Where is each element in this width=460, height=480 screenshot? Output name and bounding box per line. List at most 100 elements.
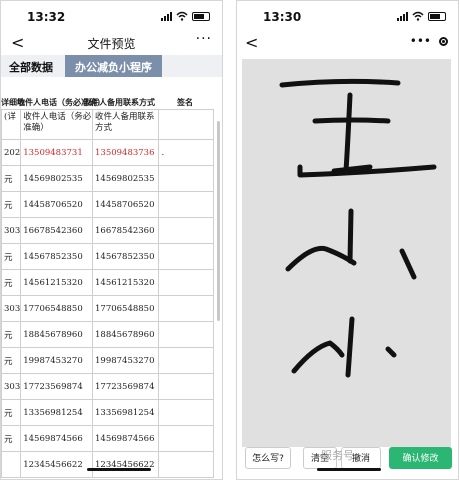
spreadsheet: 详细地 收件人电话（务必准确） 收件人备用联系方式 签名 (详 收件人电话（务必… bbox=[1, 95, 214, 478]
cell-phone: 12345456622 bbox=[20, 451, 93, 478]
table-row[interactable]: 303 17723569874 17723569874 bbox=[1, 373, 214, 400]
header-cell-0: (详 bbox=[1, 109, 22, 140]
more-icon[interactable]: ··· bbox=[196, 31, 212, 47]
table-row[interactable]: 元 13356981254 13356981254 bbox=[1, 399, 214, 426]
tab-office-miniapp[interactable]: 办公减负小程序 bbox=[65, 55, 162, 77]
cell-alt: 16678542360 bbox=[91, 217, 160, 244]
cell-extra bbox=[158, 399, 214, 426]
file-preview-screen: 13:32 < 文件预览 ··· 全部数据 办公减负小程序 详细地 收件人电话（… bbox=[0, 0, 223, 480]
cell-c0: 元 bbox=[1, 399, 22, 426]
cell-phone: 14567852350 bbox=[20, 243, 93, 270]
close-miniapp-icon[interactable] bbox=[439, 36, 448, 46]
cell-phone: 18845678960 bbox=[20, 321, 93, 348]
battery-icon bbox=[192, 11, 210, 21]
cell-alt: 13356981254 bbox=[91, 399, 160, 426]
cell-extra bbox=[158, 217, 214, 244]
cell-c0: 元 bbox=[1, 321, 22, 348]
cell-phone: 14561215320 bbox=[20, 269, 93, 296]
cell-extra bbox=[158, 243, 214, 270]
nav-bar: < 文件预览 ··· bbox=[1, 31, 222, 55]
table-row[interactable]: 303 16678542360 16678542360 bbox=[1, 217, 214, 244]
home-indicator[interactable] bbox=[317, 468, 381, 471]
stroke-10 bbox=[291, 340, 345, 374]
cell-extra: . bbox=[158, 139, 214, 166]
cell-alt: 14569874566 bbox=[91, 425, 160, 452]
table-row[interactable]: 303 17706548850 17706548850 bbox=[1, 295, 214, 322]
cell-extra bbox=[158, 295, 214, 322]
table-row[interactable]: 元 14569802535 14569802535 bbox=[1, 165, 214, 192]
cell-c0: 303 bbox=[1, 373, 22, 400]
battery-icon bbox=[428, 11, 446, 21]
cell-alt: 12345456622 bbox=[91, 451, 160, 478]
status-icons bbox=[161, 11, 210, 21]
wifi-icon bbox=[412, 11, 424, 21]
nav-bar: < ••• bbox=[237, 31, 458, 55]
status-icons bbox=[397, 11, 446, 21]
cell-phone: 13509483731 bbox=[20, 139, 93, 166]
table-row[interactable]: 元 14561215320 14561215320 bbox=[1, 269, 214, 296]
table-row[interactable]: 202 13509483731 13509483736. bbox=[1, 139, 214, 166]
home-indicator[interactable] bbox=[87, 468, 151, 471]
stroke-11 bbox=[385, 346, 397, 358]
stroke-1 bbox=[279, 78, 401, 88]
cell-alt: 13509483736 bbox=[91, 139, 160, 166]
cell-c0: 元 bbox=[1, 425, 22, 452]
wifi-icon bbox=[176, 11, 188, 21]
signal-icon bbox=[397, 11, 408, 21]
cell-alt: 14569802535 bbox=[91, 165, 160, 192]
cell-phone: 13356981254 bbox=[20, 399, 93, 426]
cell-phone: 14458706520 bbox=[20, 191, 93, 218]
sheet-column-header: 详细地 收件人电话（务必准确） 收件人备用联系方式 签名 bbox=[1, 95, 214, 109]
stroke-8 bbox=[399, 248, 417, 280]
page-title: 文件预览 bbox=[87, 37, 136, 51]
status-bar: 13:30 bbox=[237, 1, 458, 31]
table-header-row: (详 收件人电话（务必准确） 收件人备用联系方式 bbox=[1, 109, 214, 140]
cell-phone: 16678542360 bbox=[20, 217, 93, 244]
table-row[interactable]: 元 14567852350 14567852350 bbox=[1, 243, 214, 270]
cell-extra bbox=[158, 373, 214, 400]
cell-alt: 14458706520 bbox=[91, 191, 160, 218]
table-row[interactable]: 元 18845678960 18845678960 bbox=[1, 321, 214, 348]
more-icon[interactable]: ••• bbox=[410, 34, 431, 48]
data-table: (详 收件人电话（务必准确） 收件人备用联系方式 202 13509483731 1… bbox=[1, 109, 214, 478]
back-icon[interactable]: < bbox=[245, 33, 258, 52]
cell-alt: 17706548850 bbox=[91, 295, 160, 322]
table-row[interactable]: 12345456622 12345456622 bbox=[1, 451, 214, 478]
stroke-2 bbox=[312, 117, 391, 124]
cell-c0: 元 bbox=[1, 191, 22, 218]
cell-alt: 14567852350 bbox=[91, 243, 160, 270]
vertical-scrollbar[interactable] bbox=[217, 121, 220, 321]
cell-c0: 元 bbox=[1, 243, 22, 270]
cell-phone: 14569802535 bbox=[20, 165, 93, 192]
stroke-9 bbox=[345, 316, 355, 378]
header-cell-extra bbox=[158, 109, 214, 140]
confirm-edit-button[interactable]: 确认修改 bbox=[389, 447, 452, 469]
miniapp-capsule: ••• bbox=[410, 34, 448, 48]
status-time: 13:32 bbox=[27, 10, 66, 24]
signal-icon bbox=[161, 11, 172, 21]
stroke-6 bbox=[347, 208, 354, 264]
cell-extra bbox=[158, 451, 214, 478]
tab-all-data[interactable]: 全部数据 bbox=[1, 55, 61, 77]
signature-screen: 13:30 < ••• 怎么写? 清空 撤消 确认修改 服务号 bbox=[236, 0, 459, 480]
watermark: 服务号 bbox=[321, 449, 354, 462]
how-to-write-button[interactable]: 怎么写? bbox=[245, 447, 291, 469]
cell-alt: 19987453270 bbox=[91, 347, 160, 374]
cell-extra bbox=[158, 347, 214, 374]
cell-c0: 元 bbox=[1, 347, 22, 374]
handwriting-strokes bbox=[279, 78, 437, 378]
sheet-tabs: 全部数据 办公减负小程序 bbox=[1, 55, 222, 77]
table-row[interactable]: 元 19987453270 19987453270 bbox=[1, 347, 214, 374]
cell-c0 bbox=[1, 451, 22, 478]
stroke-3 bbox=[343, 92, 353, 174]
cell-c0: 303 bbox=[1, 217, 22, 244]
header-cell-alt: 收件人备用联系方式 bbox=[91, 109, 160, 140]
signature-canvas[interactable] bbox=[242, 59, 451, 447]
header-cell-phone: 收件人电话（务必准确） bbox=[20, 109, 93, 140]
cell-phone: 19987453270 bbox=[20, 347, 93, 374]
table-row[interactable]: 元 14569874566 14569874566 bbox=[1, 425, 214, 452]
table-row[interactable]: 元 14458706520 14458706520 bbox=[1, 191, 214, 218]
cell-c0: 元 bbox=[1, 269, 22, 296]
cell-c0: 202 bbox=[1, 139, 22, 166]
status-time: 13:30 bbox=[263, 10, 302, 24]
